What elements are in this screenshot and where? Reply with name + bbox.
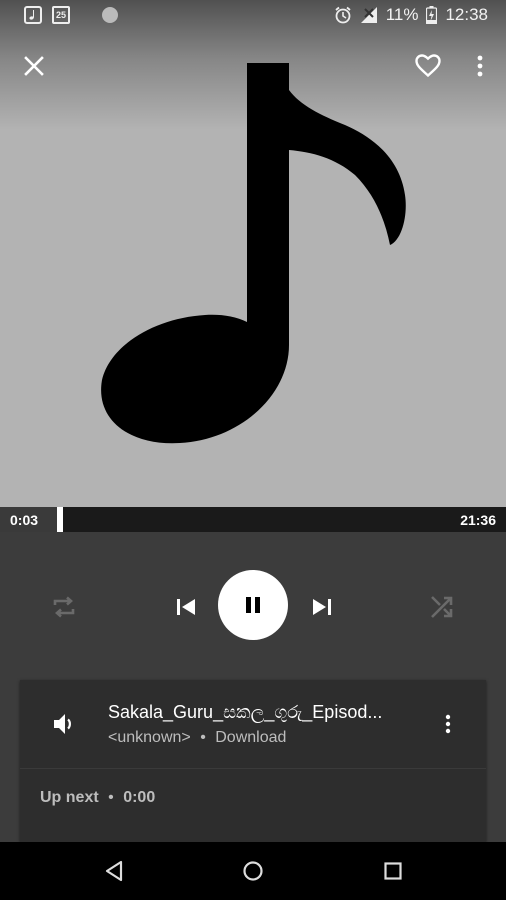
recents-button[interactable] <box>378 856 408 886</box>
divider <box>20 768 486 769</box>
track-source: Download <box>215 729 287 746</box>
close-icon <box>24 56 44 76</box>
player-panel: Sakala_Guru_සකල_ගුරු_Episod... <unknown>… <box>0 532 506 842</box>
battery-charging-icon <box>426 6 438 24</box>
up-next-label: Up next <box>40 789 99 806</box>
signal-icon <box>360 7 377 23</box>
skip-previous-icon <box>177 599 195 615</box>
queue-card: Sakala_Guru_සකල_ගුරු_Episod... <unknown>… <box>20 680 486 842</box>
previous-button[interactable] <box>166 587 206 627</box>
close-button[interactable] <box>16 48 52 84</box>
music-notification-icon <box>24 6 42 24</box>
track-more-button[interactable] <box>434 710 462 738</box>
home-button[interactable] <box>238 856 268 886</box>
volume-icon <box>54 714 71 734</box>
more-vert-icon <box>445 714 451 734</box>
repeat-button[interactable] <box>44 587 84 627</box>
navigation-bar <box>0 842 506 900</box>
repeat-icon <box>53 596 75 618</box>
nav-home-icon <box>243 861 263 881</box>
seek-bar[interactable]: 0:03 21:36 <box>0 507 506 532</box>
nav-recents-icon <box>384 862 402 880</box>
up-next-time: 0:00 <box>123 789 156 806</box>
skip-next-icon <box>313 599 331 615</box>
nav-back-icon <box>105 860 123 882</box>
alarm-icon <box>335 6 351 24</box>
now-playing-row[interactable]: Sakala_Guru_සකල_ගුරු_Episod... <unknown>… <box>20 680 486 768</box>
track-subtitle: <unknown> • Download <box>108 729 286 747</box>
more-vert-icon <box>477 55 483 77</box>
up-next-header: Up next • 0:00 <box>40 789 155 807</box>
track-artist: <unknown> <box>108 729 191 746</box>
battery-percent: 11% <box>385 5 419 24</box>
shuffle-button[interactable] <box>422 587 462 627</box>
elapsed-time: 0:03 <box>10 512 39 528</box>
heart-outline-icon <box>415 54 441 78</box>
seek-track <box>0 507 506 532</box>
favorite-button[interactable] <box>410 48 446 84</box>
next-button[interactable] <box>302 587 342 627</box>
more-options-button[interactable] <box>462 48 498 84</box>
calendar-icon: 25 <box>52 6 70 24</box>
subtitle-separator: • <box>200 729 206 746</box>
status-bar: 25 11% 12:38 <box>0 0 506 32</box>
pause-button[interactable] <box>218 570 288 640</box>
up-next-separator: • <box>108 789 114 806</box>
pause-icon <box>246 597 260 613</box>
shuffle-icon <box>431 596 453 618</box>
total-duration: 21:36 <box>460 512 496 528</box>
clock: 12:38 <box>445 5 488 24</box>
back-button[interactable] <box>99 856 129 886</box>
sync-dot-icon <box>102 7 118 23</box>
track-title: Sakala_Guru_සකල_ගුරු_Episod... <box>108 702 383 722</box>
seek-thumb[interactable] <box>57 507 63 532</box>
